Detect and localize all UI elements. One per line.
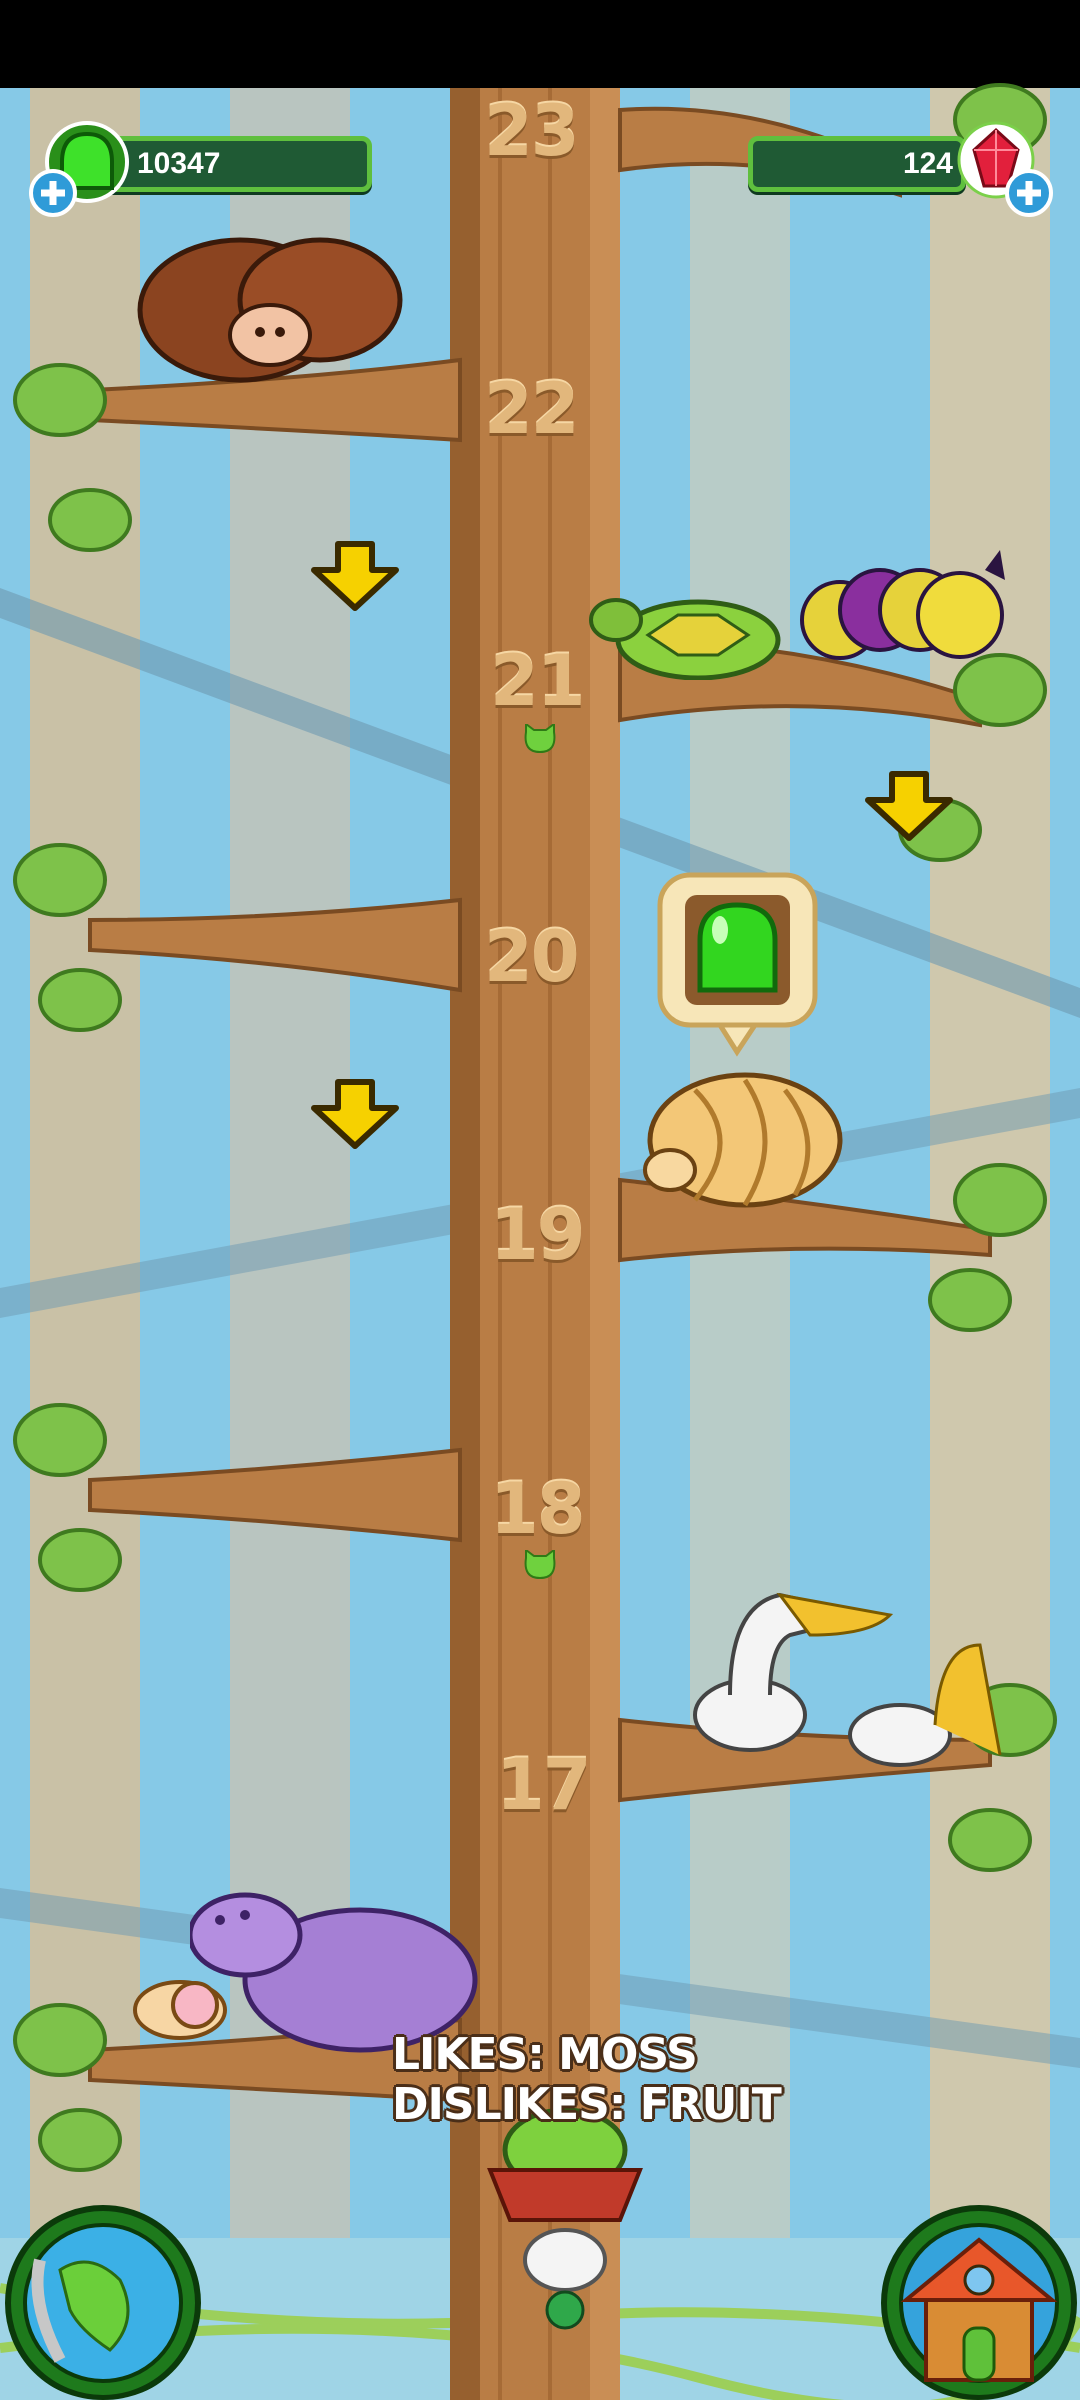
gum-counter: 10347: [92, 136, 372, 192]
house-button[interactable]: [876, 2200, 1080, 2400]
level-number-19: 19: [490, 1194, 585, 1276]
level-number-17: 17: [496, 1744, 591, 1826]
cat-marker-icon[interactable]: [523, 1550, 557, 1580]
turtle-animal[interactable]: [588, 590, 798, 680]
add-gum-button[interactable]: [28, 168, 78, 218]
game-scene: 23 22 21 20 19 18 17 10347 124 LIKES: MO…: [0, 0, 1080, 2400]
dislikes-text: DISLIKES: FRUIT: [392, 2079, 782, 2130]
likes-text: LIKES: MOSS: [392, 2029, 698, 2080]
level-number-20: 20: [484, 916, 579, 998]
globe-button[interactable]: [0, 2200, 206, 2400]
gem-counter: 124: [748, 136, 966, 192]
level-number-21: 21: [490, 640, 585, 722]
add-gem-button[interactable]: [1004, 168, 1054, 218]
level-number-18: 18: [490, 1468, 585, 1550]
gum-count: 10347: [137, 147, 221, 180]
caterpillar-animal[interactable]: [800, 550, 1030, 680]
gum-reward-bubble[interactable]: [655, 870, 820, 1060]
pelican-animal[interactable]: [670, 1585, 1020, 1785]
armadillo-animal[interactable]: [635, 1060, 850, 1210]
down-arrow-icon[interactable]: [862, 770, 956, 842]
level-number-23: 23: [484, 90, 579, 172]
down-arrow-icon[interactable]: [308, 540, 402, 612]
cat-marker-icon[interactable]: [523, 724, 557, 754]
gem-count: 124: [902, 147, 953, 180]
boar-animal[interactable]: [120, 220, 410, 395]
snail-animal[interactable]: [125, 1970, 240, 2045]
level-number-22: 22: [484, 368, 579, 450]
frog-animal-selected[interactable]: [460, 2100, 670, 2330]
down-arrow-icon[interactable]: [308, 1078, 402, 1150]
